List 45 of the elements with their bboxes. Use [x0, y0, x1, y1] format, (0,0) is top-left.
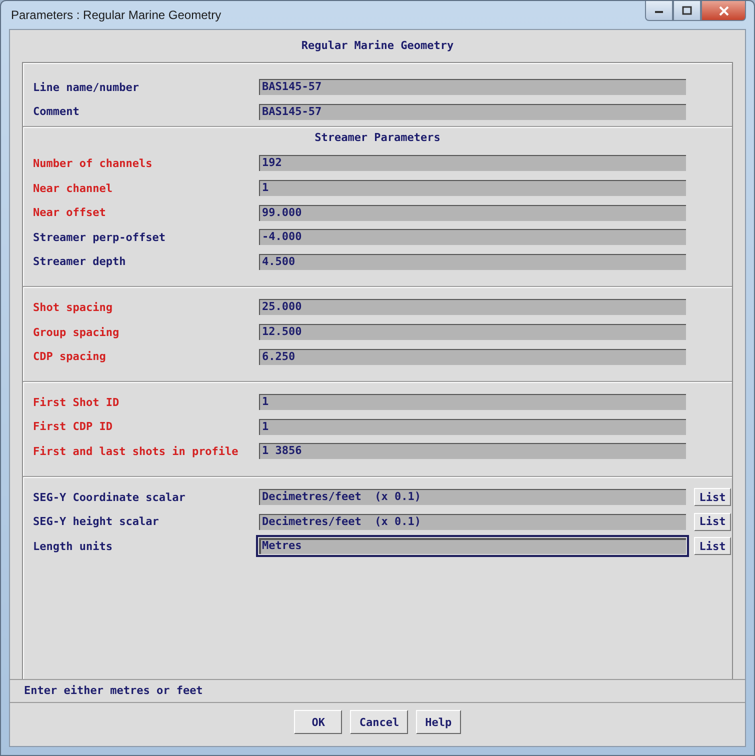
dialog-button[interactable]: Help	[416, 710, 461, 734]
dialog-title: Regular Marine Geometry	[300, 38, 455, 54]
input-field[interactable]: -4.000	[259, 229, 686, 246]
input-field[interactable]: Metres	[256, 535, 689, 558]
window-title: Parameters : Regular Marine Geometry	[10, 8, 222, 22]
field-label: Shot spacing	[33, 300, 114, 314]
input-field[interactable]: 1	[259, 180, 686, 196]
field-label: First and last shots in profile	[33, 444, 240, 458]
list-button[interactable]: List	[694, 488, 731, 506]
input-field[interactable]: BAS145-57	[259, 79, 686, 96]
maximize-icon[interactable]	[673, 1, 701, 21]
input-field[interactable]: BAS145-57	[259, 104, 686, 120]
field-label: Line name/number	[33, 80, 140, 94]
field-label: First CDP ID	[33, 420, 114, 434]
field-label: Streamer depth	[33, 255, 127, 268]
dialog-button[interactable]: Cancel	[350, 710, 408, 734]
input-field[interactable]: 4.500	[259, 254, 686, 270]
field-label: CDP spacing	[33, 350, 107, 364]
field-label: SEG-Y height scalar	[33, 515, 160, 528]
field-label: Length units	[33, 540, 114, 553]
field-label: SEG-Y Coordinate scalar	[33, 490, 186, 504]
field-label: Near channel	[33, 182, 114, 195]
input-field[interactable]: 1	[259, 394, 686, 410]
input-field[interactable]: 99.000	[259, 204, 686, 221]
field-label: Streamer perp-offset	[33, 230, 166, 244]
section-heading: Streamer Parameters	[314, 130, 440, 146]
input-field[interactable]: 6.250	[259, 348, 686, 365]
field-label: First Shot ID	[33, 396, 120, 409]
input-field[interactable]: 1 3856	[259, 443, 686, 460]
input-field[interactable]: 1	[259, 418, 686, 435]
minimize-icon[interactable]	[645, 1, 673, 21]
field-label: Comment	[33, 105, 80, 118]
list-button[interactable]: List	[694, 537, 731, 556]
status-message: Enter either metres or feet	[10, 679, 745, 703]
input-field[interactable]: 25.000	[259, 299, 686, 316]
field-label: Near offset	[33, 206, 107, 220]
input-field[interactable]: Decimetres/feet (x 0.1)	[259, 514, 686, 530]
field-label: Group spacing	[33, 326, 120, 339]
input-field[interactable]: 192	[259, 155, 686, 172]
dialog-button[interactable]: OK	[294, 710, 342, 734]
field-label: Number of channels	[33, 156, 154, 170]
input-field[interactable]: 12.500	[259, 324, 686, 340]
close-icon[interactable]	[701, 1, 746, 21]
list-button[interactable]: List	[694, 512, 731, 531]
input-field[interactable]: Decimetres/feet (x 0.1)	[259, 489, 686, 506]
